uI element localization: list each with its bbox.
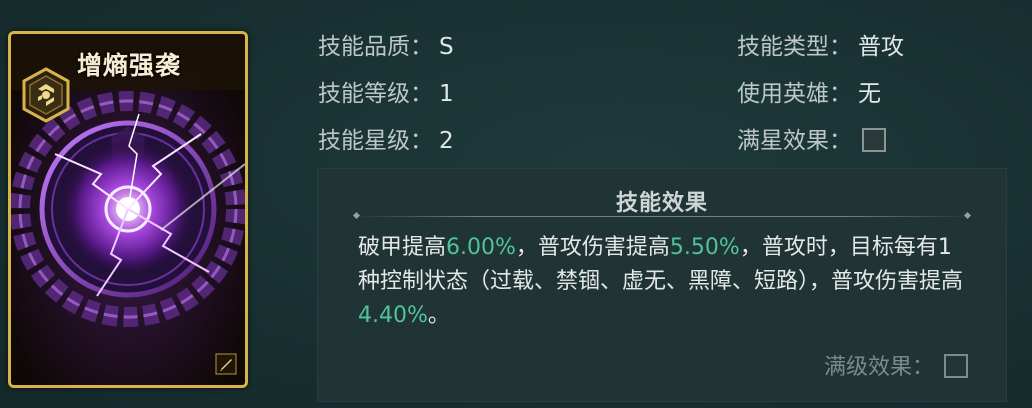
desc-value-attack-damage: 5.50% <box>669 235 740 260</box>
desc-text: ，普攻伤害提高 <box>515 235 670 260</box>
max-star-checkbox[interactable] <box>862 128 886 152</box>
max-level-label: 满级效果： <box>823 355 934 380</box>
skill-type-row: 技能类型： 普攻 <box>737 27 904 61</box>
hero-value: 无 <box>858 81 881 107</box>
skill-quality-value: S <box>439 34 454 60</box>
aperture-hex-icon <box>22 67 70 123</box>
bullet-icon <box>215 353 237 375</box>
skill-effect-description: 破甲提高6.00%，普攻伤害提高5.50%，普攻时，目标每有1种控制状态（过载、… <box>358 231 970 333</box>
skill-level-row: 技能等级： 1 <box>318 74 454 108</box>
max-level-checkbox[interactable] <box>944 354 968 378</box>
max-star-label: 满星效果： <box>737 128 852 154</box>
skill-card-title: 增熵强袭 <box>77 51 182 80</box>
skill-quality-label: 技能品质： <box>318 34 433 60</box>
desc-value-per-control: 4.40% <box>358 303 428 328</box>
skill-card[interactable]: 增熵强袭 <box>8 31 248 388</box>
hero-row: 使用英雄：无 <box>737 74 881 108</box>
skill-star-row: 技能星级： 2 <box>318 121 454 155</box>
desc-text: 破甲提高 <box>358 235 447 260</box>
desc-value-armor-break: 6.00% <box>446 235 516 260</box>
max-level-row: 满级效果： <box>824 349 968 381</box>
skill-effect-panel: 技能效果 破甲提高6.00%，普攻伤害提高5.50%，普攻时，目标每有1种控制状… <box>317 168 1007 402</box>
divider <box>354 216 970 217</box>
skill-level-value: 1 <box>439 81 454 107</box>
skill-star-label: 技能星级： <box>318 128 433 154</box>
skill-effect-title: 技能效果 <box>615 191 708 216</box>
skill-star-value: 2 <box>439 128 454 154</box>
skill-level-label: 技能等级： <box>318 81 433 107</box>
skill-quality-row: 技能品质： S <box>318 27 454 61</box>
skill-type-value: 普攻 <box>858 34 904 60</box>
skill-type-label: 技能类型： <box>737 34 852 60</box>
desc-text: 。 <box>427 303 450 328</box>
hero-label: 使用英雄： <box>737 81 852 107</box>
max-star-row: 满星效果： <box>737 121 886 155</box>
